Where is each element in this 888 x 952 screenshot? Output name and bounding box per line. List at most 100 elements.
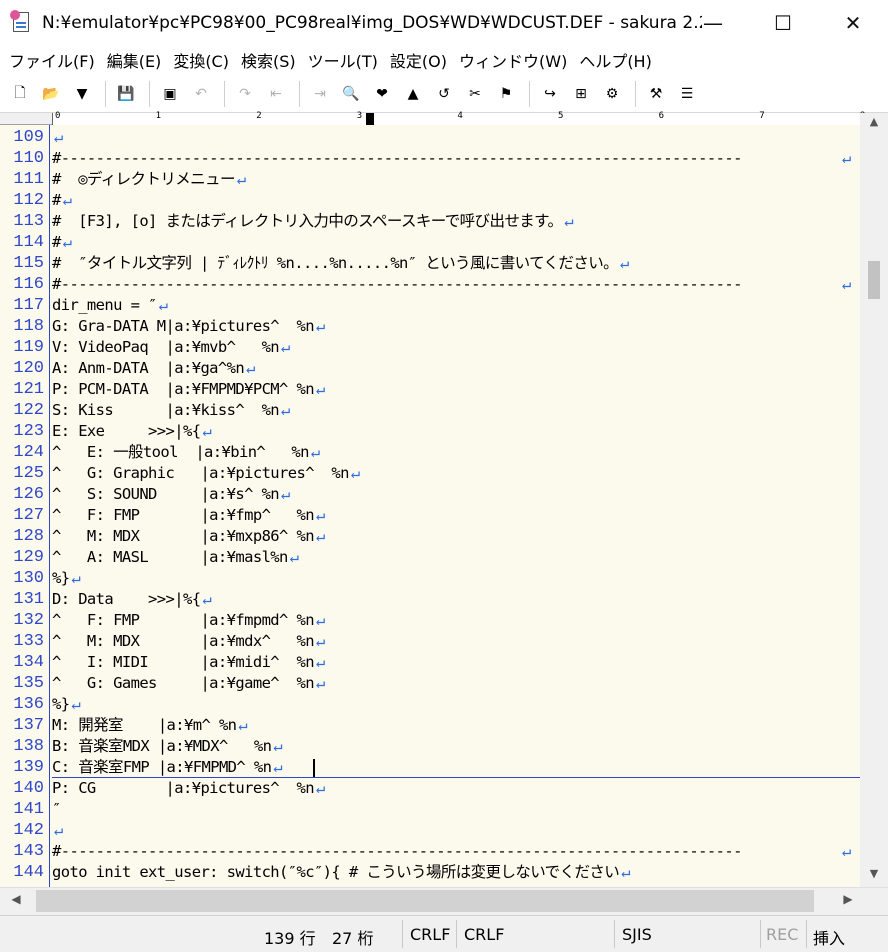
save-icon[interactable]: 💾 xyxy=(112,80,140,108)
window-list-icon[interactable]: ⊞ xyxy=(567,80,595,108)
eol-mark-icon: ↵ xyxy=(842,842,852,860)
vertical-scroll-thumb[interactable] xyxy=(868,261,880,299)
horizontal-scrollbar[interactable]: ◀ ▶ xyxy=(0,887,888,915)
jump-forward-icon[interactable]: ⇥ xyxy=(306,80,334,108)
line-text: S: Kiss |a:¥kiss^ %n ↵ xyxy=(52,400,290,421)
line-content: # [F3], [o] またはディレクトリ入力中のスペースキーで呼び出せます。 xyxy=(52,212,563,230)
eol-mark-icon: ↵ xyxy=(315,317,325,335)
menu-search[interactable]: 検索(S) xyxy=(238,48,299,72)
search-prev-icon[interactable]: ▲ xyxy=(399,80,427,108)
scroll-right-icon[interactable]: ▶ xyxy=(836,892,860,912)
line-text: E: Exe >>>|%{↵ xyxy=(52,421,212,442)
line-number: 118 xyxy=(13,317,44,336)
scroll-down-icon[interactable]: ▼ xyxy=(860,867,888,885)
ruler-caret-marker xyxy=(366,113,374,125)
editor-line: 127 ^ F: FMP |a:¥fmp^ %n ↵ xyxy=(0,505,860,526)
line-content: S: Kiss |a:¥kiss^ %n xyxy=(52,401,280,419)
line-content: dir_menu = ″ xyxy=(52,296,157,314)
eol-mark-icon: ↵ xyxy=(310,443,320,461)
redo-icon[interactable]: ↷ xyxy=(231,80,259,108)
menu-tools[interactable]: ツール(T) xyxy=(305,48,381,72)
close-button[interactable]: ✕ xyxy=(818,0,888,46)
eol-mark-icon: ↵ xyxy=(158,296,168,314)
line-content: #---------------------------------------… xyxy=(52,275,742,293)
line-content: ^ F: FMP |a:¥fmpmd^ %n xyxy=(52,611,315,629)
menu-settings[interactable]: 設定(O) xyxy=(387,48,450,72)
text-editor[interactable]: 109 ↵ 110 ↵ #-------------------------------… xyxy=(0,125,860,887)
grep-icon[interactable]: ✂ xyxy=(461,80,489,108)
ruler-label: 1 xyxy=(155,111,162,121)
scroll-left-icon[interactable]: ◀ xyxy=(4,892,28,912)
sakura-app-icon[interactable] xyxy=(10,10,32,36)
search-next-icon[interactable]: ❤ xyxy=(368,80,396,108)
horizontal-scroll-thumb[interactable] xyxy=(36,890,814,912)
line-text: P: CG |a:¥pictures^ %n ↵ xyxy=(52,778,325,799)
line-number: 120 xyxy=(13,359,44,378)
line-number: 126 xyxy=(13,485,44,504)
jump-back-icon[interactable]: ⇤ xyxy=(262,80,290,108)
line-number: 132 xyxy=(13,611,44,630)
menu-edit[interactable]: 編集(E) xyxy=(104,48,165,72)
line-text: ^ G: Games |a:¥game^ %n ↵ xyxy=(52,673,325,694)
eol-mark-icon: ↵ xyxy=(236,170,246,188)
line-content: D: Data >>>|%{ xyxy=(52,590,201,608)
editor-line: 138 B: 音楽室MDX |a:¥MDX^ %n ↵ xyxy=(0,736,860,757)
line-content: %} xyxy=(52,569,70,587)
status-line: 139 行 xyxy=(264,929,316,948)
line-content: G: Gra-DATA M|a:¥pictures^ %n xyxy=(52,317,315,335)
line-number: 122 xyxy=(13,401,44,420)
eol-mark-icon: ↵ xyxy=(564,212,574,230)
scroll-up-icon[interactable]: ▲ xyxy=(860,115,888,133)
status-insert-mode[interactable]: 挿入 xyxy=(813,925,845,949)
editor-line: 135 ^ G: Games |a:¥game^ %n ↵ xyxy=(0,673,860,694)
dropdown-arrow-icon[interactable]: ▼ xyxy=(68,80,96,108)
maximize-button[interactable]: ☐ xyxy=(748,0,818,46)
eol-mark-icon: ↵ xyxy=(281,485,290,503)
minimize-button[interactable]: — xyxy=(678,0,748,46)
line-number: 134 xyxy=(13,653,44,672)
settings-icon[interactable]: ⚙ xyxy=(598,80,626,108)
eol-mark-icon: ↵ xyxy=(315,506,325,524)
new-file-icon[interactable]: 🗋 xyxy=(6,80,34,108)
replace-icon[interactable]: ↺ xyxy=(430,80,458,108)
ruler-label: 5 xyxy=(558,111,564,121)
line-content: C: 音楽室FMP |a:¥FMPMD^ %n xyxy=(52,758,272,776)
save-all-icon[interactable]: ▣ xyxy=(156,80,184,108)
line-content: E: Exe >>>|%{ xyxy=(52,422,201,440)
status-encoding[interactable]: SJIS xyxy=(622,925,652,944)
status-column: 27 桁 xyxy=(332,929,374,948)
menu-window[interactable]: ウィンドウ(W) xyxy=(456,48,570,72)
editor-line: 141 ″↵ xyxy=(0,799,860,820)
undo-icon[interactable]: ↶ xyxy=(187,80,215,108)
vertical-scrollbar[interactable]: ▲ ▼ xyxy=(860,113,888,887)
eol-mark-icon: ↵ xyxy=(202,590,212,608)
eol-mark-icon: ↵ xyxy=(621,863,630,881)
editor-line: 114 # ↵ xyxy=(0,232,860,253)
menu-file[interactable]: ファイル(F) xyxy=(6,48,98,72)
editor-line: 129 ^ A: MASL |a:¥masl%n ↵ xyxy=(0,547,860,568)
line-text: #---------------------------------------… xyxy=(52,274,742,295)
status-eol-input[interactable]: CRLF xyxy=(410,925,450,944)
open-folder-icon[interactable]: 📂 xyxy=(37,80,65,108)
ruler-scale: 012345678 xyxy=(52,111,865,125)
tag-jump-icon[interactable]: ↪ xyxy=(536,80,564,108)
plugin-icon[interactable]: ⚒ xyxy=(642,80,670,108)
status-eol-type[interactable]: CRLF xyxy=(464,925,504,944)
line-content: # xyxy=(52,233,61,251)
line-number: 142 xyxy=(13,821,44,840)
editor-line: 109 ↵ xyxy=(0,127,860,148)
menu-convert[interactable]: 変換(C) xyxy=(170,48,232,72)
ruler-label: 3 xyxy=(356,111,363,121)
line-text: ^ G: Graphic |a:¥pictures^ %n ↵ xyxy=(52,463,360,484)
line-text: %} ↵ xyxy=(52,694,81,715)
line-text: A: Anm-DATA |a:¥ga^%n ↵ xyxy=(52,358,255,379)
menu-help[interactable]: ヘルプ(H) xyxy=(576,48,655,72)
outline-icon[interactable]: ☰ xyxy=(673,80,701,108)
eol-mark-icon: ↵ xyxy=(289,548,299,566)
search-icon[interactable]: 🔍 xyxy=(337,80,365,108)
line-text: # ↵ xyxy=(52,190,72,211)
line-number: 125 xyxy=(13,464,44,483)
bookmark-search-icon[interactable]: ⚑ xyxy=(492,80,520,108)
editor-line: 139 C: 音楽室FMP |a:¥FMPMD^ %n ↵ xyxy=(0,757,860,778)
line-content: #---------------------------------------… xyxy=(52,149,742,167)
